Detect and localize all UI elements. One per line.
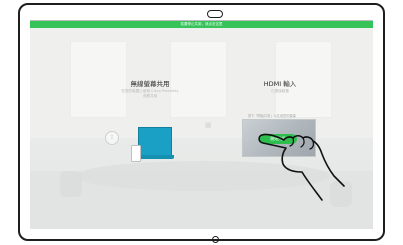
faint-device-icon: ▦ bbox=[205, 121, 212, 129]
phone-icon bbox=[131, 145, 141, 162]
home-button-icon[interactable] bbox=[212, 236, 219, 243]
share-icon: ⇪ bbox=[105, 131, 119, 145]
hdmi-input-description: 已連接裝置 bbox=[271, 89, 289, 93]
camera-icon bbox=[207, 10, 223, 18]
pointing-hand-icon bbox=[258, 133, 345, 201]
room-chair bbox=[60, 171, 82, 197]
wireless-share-title: 無線螢幕共用 bbox=[130, 80, 170, 88]
hdmi-input-title: HDMI 輸入 bbox=[263, 80, 297, 88]
stop-sharing-status-bar[interactable]: 若要停止共用，请点击这里 bbox=[30, 21, 373, 28]
laptop-icon bbox=[138, 127, 172, 157]
wireless-share-description-line2: 查看共用 bbox=[142, 94, 158, 98]
